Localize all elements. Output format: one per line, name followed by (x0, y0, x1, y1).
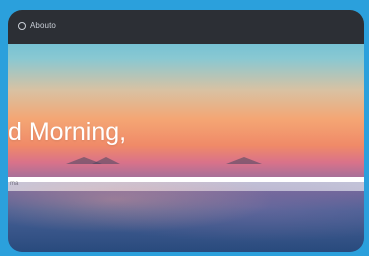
greeting-text: d Morning, (8, 118, 127, 146)
top-bar-title[interactable]: Abouto (30, 21, 56, 30)
globe-icon (18, 22, 26, 30)
screen: Abouto d Morning, (8, 10, 364, 252)
top-bar: Abouto (8, 10, 364, 44)
mountain-silhouette (226, 157, 262, 164)
cloud-layer (8, 182, 364, 252)
device-frame: Abouto d Morning, (0, 0, 369, 256)
mountain-silhouette (92, 157, 120, 164)
